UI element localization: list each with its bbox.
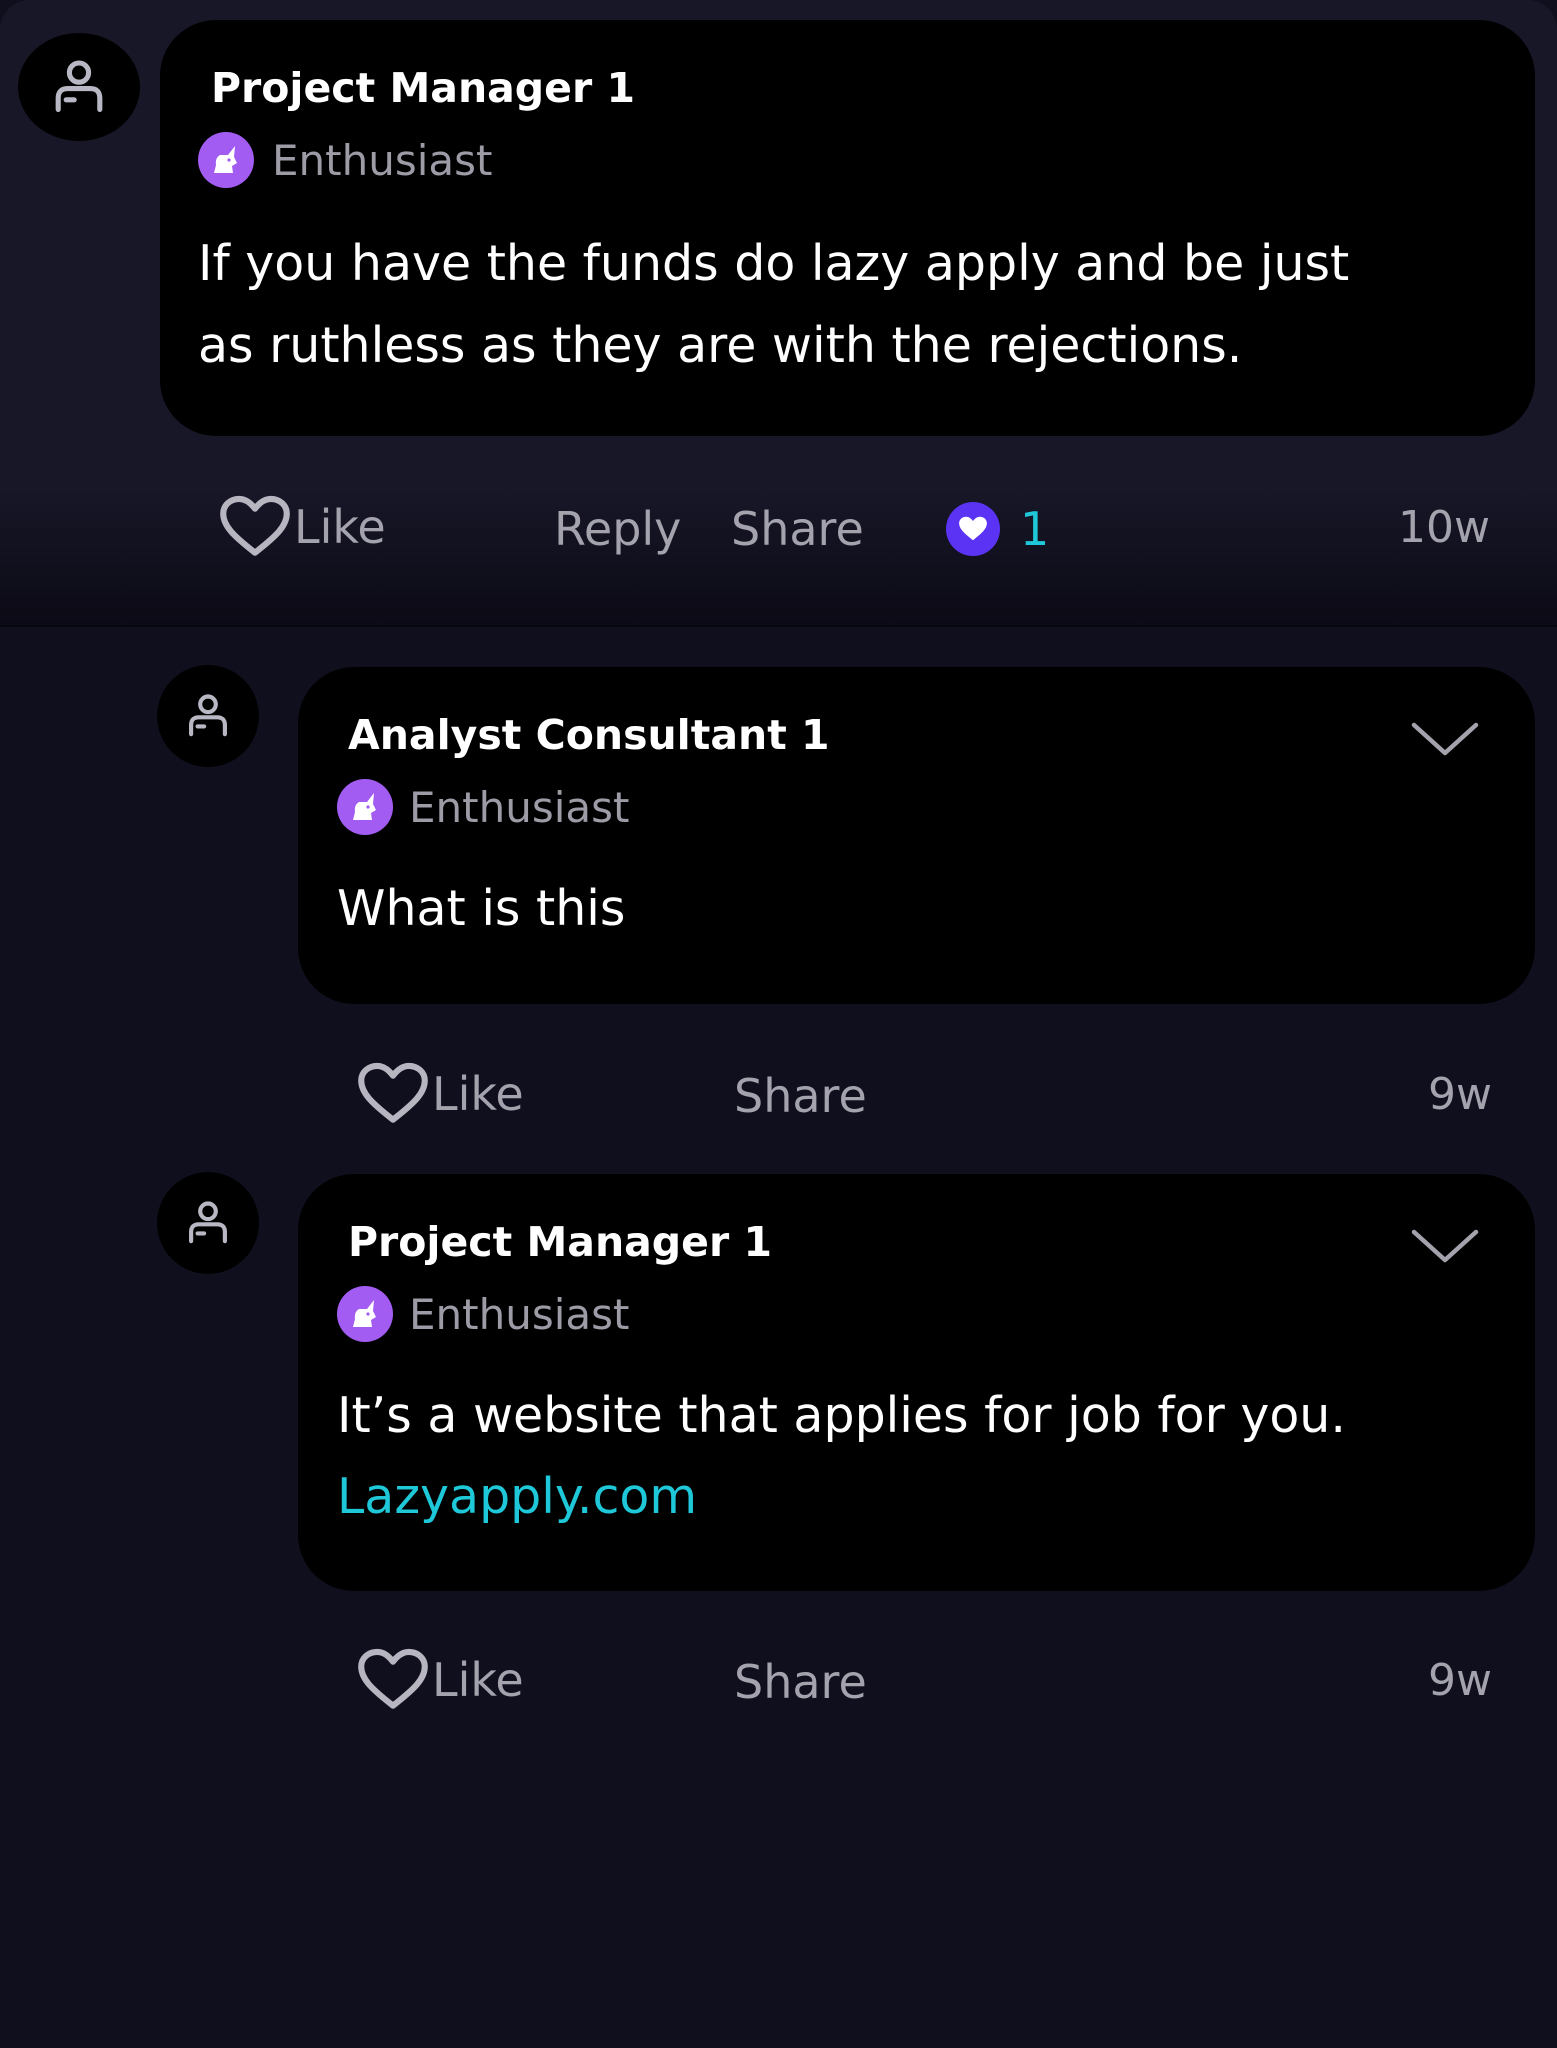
reply-bubble: Project Manager 1 Enthusiast It’s a webs… xyxy=(298,1174,1535,1591)
post-timestamp: 10w xyxy=(1398,502,1490,553)
post-text-line-2: as ruthless as they are with the rejecti… xyxy=(198,317,1243,374)
like-button[interactable]: Like xyxy=(218,494,386,560)
share-button[interactable]: Share xyxy=(734,1655,867,1709)
badge-label: Enthusiast xyxy=(409,782,630,832)
heart-icon xyxy=(356,1061,430,1127)
website-link[interactable]: Lazyapply.com xyxy=(337,1468,697,1525)
reply-timestamp: 9w xyxy=(1428,1069,1492,1120)
share-button[interactable]: Share xyxy=(731,502,864,556)
heart-icon xyxy=(218,494,292,560)
like-label: Like xyxy=(432,1067,524,1121)
badge-label: Enthusiast xyxy=(409,1289,630,1339)
like-button[interactable]: Like xyxy=(356,1647,524,1713)
like-label: Like xyxy=(294,500,386,554)
author-name[interactable]: Analyst Consultant 1 xyxy=(348,711,830,759)
reaction-summary[interactable]: 1 xyxy=(946,502,1049,556)
chevron-down-icon[interactable] xyxy=(1410,1226,1480,1266)
post-text-line-1: If you have the funds do lazy apply and … xyxy=(198,235,1350,292)
post-bubble: Project Manager 1 Enthusiast If you have… xyxy=(160,20,1535,436)
reaction-count: 1 xyxy=(1020,502,1050,556)
author-name[interactable]: Project Manager 1 xyxy=(211,64,635,112)
author-name[interactable]: Project Manager 1 xyxy=(348,1218,772,1266)
reply-bubble: Analyst Consultant 1 Enthusiast What is … xyxy=(298,667,1535,1004)
person-icon xyxy=(47,55,111,119)
avatar[interactable] xyxy=(157,665,259,767)
avatar[interactable] xyxy=(18,33,140,141)
share-button[interactable]: Share xyxy=(734,1069,867,1123)
reply-text: It’s a website that applies for job for … xyxy=(337,1387,1346,1444)
user-badge: Enthusiast xyxy=(337,1286,630,1342)
reply-text: What is this xyxy=(337,880,626,937)
reply-button[interactable]: Reply xyxy=(554,502,681,556)
person-icon xyxy=(182,1197,234,1249)
user-badge: Enthusiast xyxy=(337,779,630,835)
avatar[interactable] xyxy=(157,1172,259,1274)
reaction-heart-icon xyxy=(946,502,1000,556)
section-divider xyxy=(0,625,1557,627)
chevron-down-icon[interactable] xyxy=(1410,719,1480,759)
like-button[interactable]: Like xyxy=(356,1061,524,1127)
heart-icon xyxy=(356,1647,430,1713)
unicorn-icon xyxy=(337,779,393,835)
user-badge: Enthusiast xyxy=(198,132,493,188)
unicorn-icon xyxy=(198,132,254,188)
like-label: Like xyxy=(432,1653,524,1707)
badge-label: Enthusiast xyxy=(272,135,493,185)
unicorn-icon xyxy=(337,1286,393,1342)
person-icon xyxy=(182,690,234,742)
reply-timestamp: 9w xyxy=(1428,1655,1492,1706)
